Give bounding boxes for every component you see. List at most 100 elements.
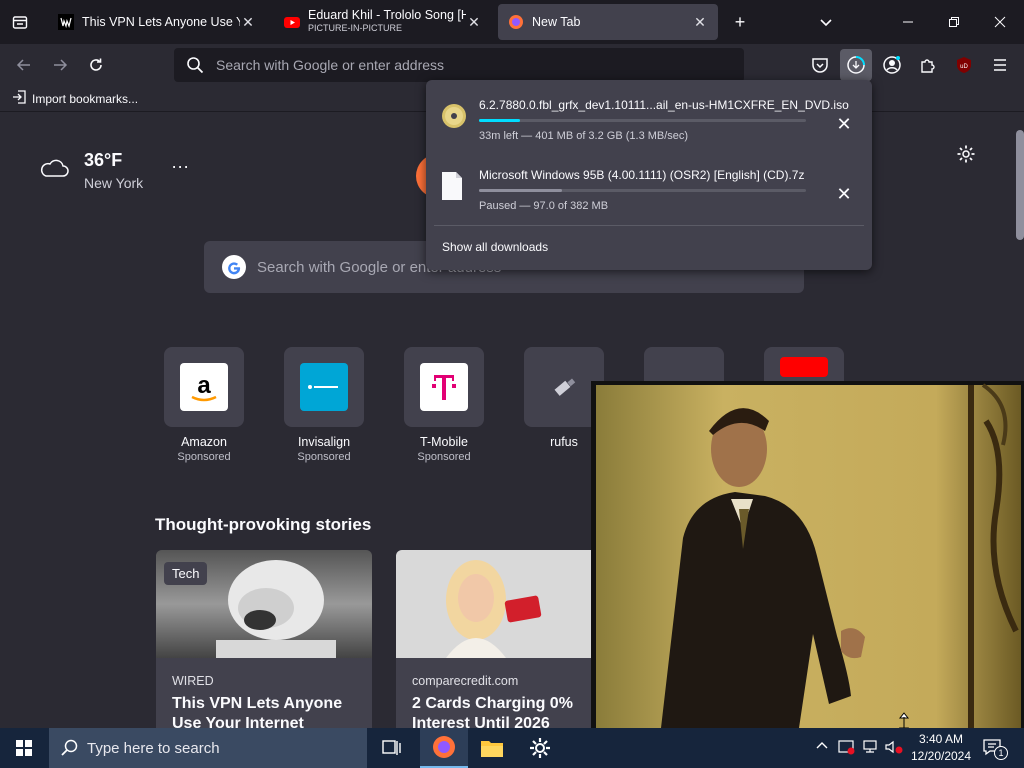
firefox-favicon-icon (508, 14, 524, 30)
tab-trololo-video[interactable]: Eduard Khil - Trololo Song [HD] PICTURE-… (274, 4, 492, 40)
taskbar-search-box[interactable]: Type here to search (49, 728, 367, 768)
volume-muted-icon[interactable] (884, 739, 904, 758)
youtube-favicon-icon (284, 14, 300, 30)
settings-gear-icon[interactable] (956, 144, 976, 169)
pocket-icon[interactable] (804, 49, 836, 81)
task-view-icon[interactable] (368, 728, 416, 768)
cloud-icon (38, 156, 70, 185)
sponsored-label: Sponsored (297, 451, 351, 463)
ublock-origin-icon[interactable]: uD (948, 49, 980, 81)
tab-title: New Tab (532, 15, 581, 29)
download-progress-bar (479, 189, 806, 192)
tab-new-tab[interactable]: New Tab ✕ (498, 4, 718, 40)
story-source: WIRED (172, 674, 214, 688)
import-bookmarks-button[interactable]: Import bookmarks... (12, 90, 138, 107)
svg-text:uD: uD (960, 64, 968, 70)
shortcut-invisalign[interactable]: Invisalign Sponsored (284, 347, 364, 463)
minimize-window-icon[interactable] (894, 8, 922, 36)
restore-window-icon[interactable] (940, 8, 968, 36)
tab-title: Eduard Khil - Trololo Song [HD] (308, 9, 466, 22)
close-window-icon[interactable] (986, 8, 1014, 36)
cancel-download-icon[interactable]: ✕ (832, 112, 856, 136)
shortcut-label: Invisalign (297, 435, 351, 449)
svg-text:a: a (197, 372, 211, 399)
story-image-credit-card (396, 550, 612, 658)
google-icon (222, 255, 246, 283)
close-tab-icon[interactable]: ✕ (240, 14, 256, 30)
new-tab-plus-icon[interactable]: + (726, 8, 754, 36)
downloads-icon[interactable] (840, 49, 872, 81)
settings-taskbar-icon[interactable] (516, 728, 564, 768)
sponsored-label: Sponsored (177, 451, 231, 463)
hamburger-menu-icon[interactable] (984, 49, 1016, 81)
usb-drive-icon (540, 363, 588, 411)
video-frame (596, 383, 1021, 728)
wired-favicon-icon (58, 14, 74, 30)
windows-taskbar: Type here to search 3:40 AM 12/20/2024 1 (0, 728, 1024, 768)
show-all-downloads-button[interactable]: Show all downloads (442, 240, 548, 254)
network-icon[interactable] (862, 739, 880, 758)
windows-start-icon[interactable] (0, 728, 48, 768)
shortcut-amazon[interactable]: a Amazon Sponsored (164, 347, 244, 463)
account-icon[interactable] (876, 49, 908, 81)
tmobile-logo-icon (420, 363, 468, 411)
weather-city: New York (84, 175, 144, 191)
page-scrollbar[interactable] (1016, 130, 1024, 240)
forward-arrow-icon[interactable] (44, 49, 76, 81)
story-headline: This VPN Lets Anyone Use Your Internet (172, 695, 343, 728)
stories-section-title: Thought-provoking stories (155, 515, 372, 534)
close-tab-icon[interactable]: ✕ (692, 14, 708, 30)
taskbar-search-placeholder: Type here to search (87, 739, 220, 757)
weather-widget[interactable]: 36°F New York ··· (38, 150, 189, 191)
search-icon (61, 739, 79, 761)
windows-security-icon[interactable] (838, 739, 856, 758)
close-tab-icon[interactable]: ✕ (466, 14, 482, 30)
system-clock[interactable]: 3:40 AM 12/20/2024 (910, 731, 972, 765)
extensions-puzzle-icon[interactable] (912, 49, 944, 81)
story-card-vpn[interactable]: Tech WIRED This VPN Lets Anyone Use Your… (156, 550, 372, 728)
tab-title: This VPN Lets Anyone Use Your Internet (82, 15, 240, 29)
disc-image-icon (440, 100, 468, 132)
reload-icon[interactable] (80, 49, 112, 81)
tab-strip: This VPN Lets Anyone Use Your Internet ✕… (0, 0, 1024, 44)
story-category-badge: Tech (164, 562, 208, 585)
downloads-panel: 6.2.7880.0.fbl_grfx_dev1.10111...ail_en-… (426, 80, 872, 270)
tab-list-icon[interactable] (6, 8, 34, 36)
download-status: 33m left — 401 MB of 3.2 GB (1.3 MB/sec) (479, 130, 689, 142)
file-explorer-icon[interactable] (468, 728, 516, 768)
shortcut-label: T-Mobile (420, 435, 468, 449)
download-item[interactable]: 6.2.7880.0.fbl_grfx_dev1.10111...ail_en-… (426, 88, 872, 156)
import-bookmarks-label: Import bookmarks... (32, 91, 139, 106)
download-status: Paused — 97.0 of 382 MB (479, 200, 609, 212)
download-filename: Microsoft Windows 95B (4.00.1111) (OSR2)… (479, 168, 805, 182)
story-card-credit[interactable]: comparecredit.com 2 Cards Charging 0% In… (396, 550, 612, 728)
address-bar-placeholder: Search with Google or enter address (216, 57, 445, 73)
firefox-taskbar-icon[interactable] (420, 728, 468, 768)
search-icon (186, 56, 204, 77)
download-progress-bar (479, 119, 806, 122)
story-image-astronaut: Tech (156, 550, 372, 658)
story-source: comparecredit.com (412, 674, 519, 688)
address-bar[interactable]: Search with Google or enter address (174, 48, 744, 82)
back-arrow-icon[interactable] (8, 49, 40, 81)
shortcut-tmobile[interactable]: T-Mobile Sponsored (404, 347, 484, 463)
invisalign-logo-icon (300, 363, 348, 411)
cancel-download-icon[interactable]: ✕ (832, 182, 856, 206)
tab-vpn-article[interactable]: This VPN Lets Anyone Use Your Internet ✕ (48, 4, 266, 40)
download-item[interactable]: Microsoft Windows 95B (4.00.1111) (OSR2)… (426, 158, 872, 226)
weather-temperature: 36°F (84, 150, 123, 170)
chevron-down-icon[interactable] (812, 8, 840, 36)
notification-count-badge: 1 (994, 746, 1008, 760)
story-headline: 2 Cards Charging 0% Interest Until 2026 (412, 695, 573, 728)
import-icon (12, 90, 26, 107)
clock-date: 12/20/2024 (910, 749, 972, 763)
weather-more-options-icon[interactable]: ··· (171, 156, 189, 177)
divider (434, 225, 864, 226)
amazon-logo-icon: a (180, 363, 228, 411)
show-hidden-icons-chevron-icon[interactable] (816, 739, 828, 755)
download-filename: 6.2.7880.0.fbl_grfx_dev1.10111...ail_en-… (479, 98, 849, 112)
sponsored-label: Sponsored (417, 451, 471, 463)
picture-in-picture-video[interactable] (591, 381, 1024, 728)
notifications-icon[interactable]: 1 (982, 737, 1008, 762)
clock-time: 3:40 AM (918, 732, 964, 746)
